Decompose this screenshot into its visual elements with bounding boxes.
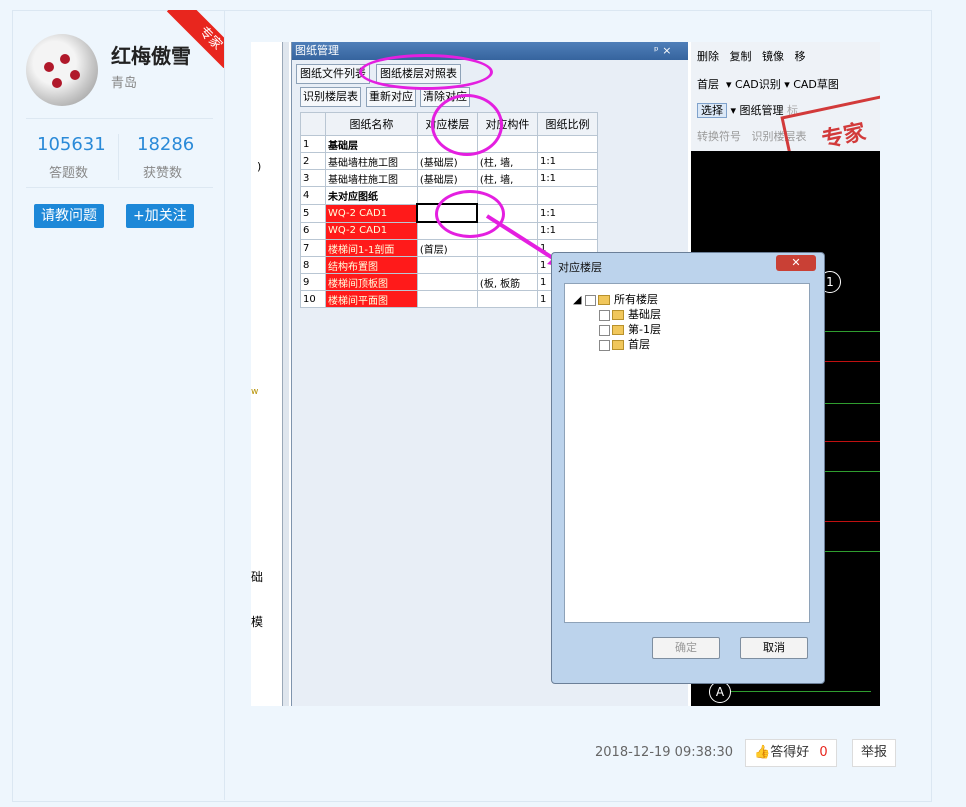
left-char: 础 xyxy=(251,570,264,584)
convert-symbol-button[interactable]: 转换符号 xyxy=(697,130,741,143)
row-number: 10 xyxy=(300,290,326,308)
like-count: 18286 xyxy=(137,134,195,155)
splitter[interactable] xyxy=(282,42,289,706)
drawing-name: 基础层 xyxy=(325,135,418,153)
timestamp: 2018-12-19 09:38:30 xyxy=(595,745,734,760)
user-sidebar xyxy=(12,10,225,800)
highlight-circle xyxy=(431,94,503,156)
drawing-name: 楼梯间1-1剖面 xyxy=(325,239,418,257)
avatar[interactable] xyxy=(26,34,98,106)
stat-divider xyxy=(118,134,119,180)
user-city: 青岛 xyxy=(111,76,138,91)
floor-cell[interactable]: (首层) xyxy=(416,239,478,257)
checkbox[interactable] xyxy=(584,294,596,306)
answer-image: ) w 础 模 图纸管理 ᵖ × 图纸文件列表 图纸楼层对照表 识别楼层表 重新… xyxy=(251,42,880,706)
answer-count: 105631 xyxy=(37,134,106,155)
move-button[interactable]: 移 xyxy=(795,50,806,63)
table-row[interactable]: 3 基础墙柱施工图 (基础层) (柱, 墙, 1:1 xyxy=(300,169,599,187)
divider xyxy=(26,187,213,188)
floor-mapping-dialog: 对应楼层 ✕ ◢ 所有楼层 基础层 第-1层 首层 确定 取消 xyxy=(551,252,825,684)
drawing-manager-button[interactable]: 图纸管理 xyxy=(740,104,784,117)
drawing-name: WQ-2 CAD1 xyxy=(325,203,418,223)
row-number: 1 xyxy=(300,135,326,153)
drawing-name: 楼梯间顶板图 xyxy=(325,273,418,291)
copy-button[interactable]: 复制 xyxy=(730,50,752,63)
table-row[interactable]: 2 基础墙柱施工图 (基础层) (柱, 墙, 1:1 xyxy=(300,152,599,170)
highlight-circle xyxy=(359,54,493,90)
cad-identify-menu[interactable]: CAD识别 xyxy=(735,78,781,91)
folder-icon xyxy=(612,310,624,320)
folder-icon xyxy=(597,295,610,305)
user-name[interactable]: 红梅傲雪 xyxy=(111,40,191,69)
cad-sketch-menu[interactable]: CAD草图 xyxy=(793,78,839,91)
identify-floor-table-button[interactable]: 识别楼层表 xyxy=(300,87,361,107)
folder-icon xyxy=(612,340,624,350)
mirror-button[interactable]: 镜像 xyxy=(762,50,784,63)
tree-item[interactable]: 第-1层 xyxy=(573,322,661,337)
select-button[interactable]: 选择 xyxy=(697,103,727,118)
scale-cell xyxy=(536,135,599,153)
like-button[interactable]: 👍答得好 0 xyxy=(745,739,837,767)
drawing-name: 未对应图纸 xyxy=(325,186,418,205)
scale-cell: 1:1 xyxy=(536,152,599,170)
cancel-button[interactable]: 取消 xyxy=(740,637,808,659)
checkbox[interactable] xyxy=(599,324,610,336)
panel-close-icon[interactable]: ᵖ × xyxy=(654,42,671,60)
row-number: 7 xyxy=(300,239,326,257)
ask-question-button[interactable]: 请教问题 xyxy=(34,204,104,228)
ok-button[interactable]: 确定 xyxy=(652,637,720,659)
answer-count-label: 答题数 xyxy=(49,166,89,181)
row-number: 9 xyxy=(300,273,326,291)
floor-cell[interactable] xyxy=(416,256,478,274)
left-char: 模 xyxy=(251,615,264,629)
dialog-title: 对应楼层 xyxy=(558,261,602,274)
floor-cell[interactable] xyxy=(416,290,478,308)
checkbox[interactable] xyxy=(599,339,610,351)
close-icon[interactable]: ✕ xyxy=(776,255,816,271)
floor-cell[interactable]: (基础层) xyxy=(416,169,478,187)
tree-root[interactable]: ◢ 所有楼层 xyxy=(573,292,661,307)
drawing-name: WQ-2 CAD1 xyxy=(325,221,418,240)
component-cell xyxy=(476,290,538,308)
remap-button[interactable]: 重新对应 xyxy=(366,87,416,107)
follow-button[interactable]: +加关注 xyxy=(126,204,194,228)
checkbox[interactable] xyxy=(599,309,610,321)
delete-button[interactable]: 删除 xyxy=(697,50,719,63)
like-counter: 0 xyxy=(819,745,828,760)
like-count-label: 获赞数 xyxy=(143,166,183,181)
row-number: 4 xyxy=(300,186,326,205)
thumb-up-icon: 👍 xyxy=(754,745,771,760)
divider xyxy=(26,118,213,119)
axis-label: A xyxy=(709,681,731,703)
row-number: 2 xyxy=(300,152,326,170)
tree-item[interactable]: 基础层 xyxy=(573,307,661,322)
drawing-name: 基础墙柱施工图 xyxy=(325,152,418,170)
col-name[interactable]: 图纸名称 xyxy=(325,112,418,136)
row-number: 3 xyxy=(300,169,326,187)
floor-tree: ◢ 所有楼层 基础层 第-1层 首层 xyxy=(564,283,810,623)
component-cell: (柱, 墙, xyxy=(476,169,538,187)
scale-cell xyxy=(536,186,599,205)
tree-item[interactable]: 首层 xyxy=(573,337,661,352)
floor-cell[interactable] xyxy=(416,273,478,291)
row-number: 5 xyxy=(300,203,326,223)
component-cell: (柱, 墙, xyxy=(476,152,538,170)
scale-cell: 1:1 xyxy=(536,169,599,187)
component-cell: (板, 板筋 xyxy=(476,273,538,291)
floor-select[interactable]: 首层 xyxy=(697,78,719,91)
col-scale[interactable]: 图纸比例 xyxy=(536,112,599,136)
report-button[interactable]: 举报 xyxy=(852,739,897,767)
row-number: 8 xyxy=(300,256,326,274)
folder-icon xyxy=(612,325,624,335)
drawing-name: 结构布置图 xyxy=(325,256,418,274)
drawing-name: 楼梯间平面图 xyxy=(325,290,418,308)
panel-title: 图纸管理 ᵖ × xyxy=(292,42,688,60)
row-number: 6 xyxy=(300,221,326,240)
drawing-name: 基础墙柱施工图 xyxy=(325,169,418,187)
